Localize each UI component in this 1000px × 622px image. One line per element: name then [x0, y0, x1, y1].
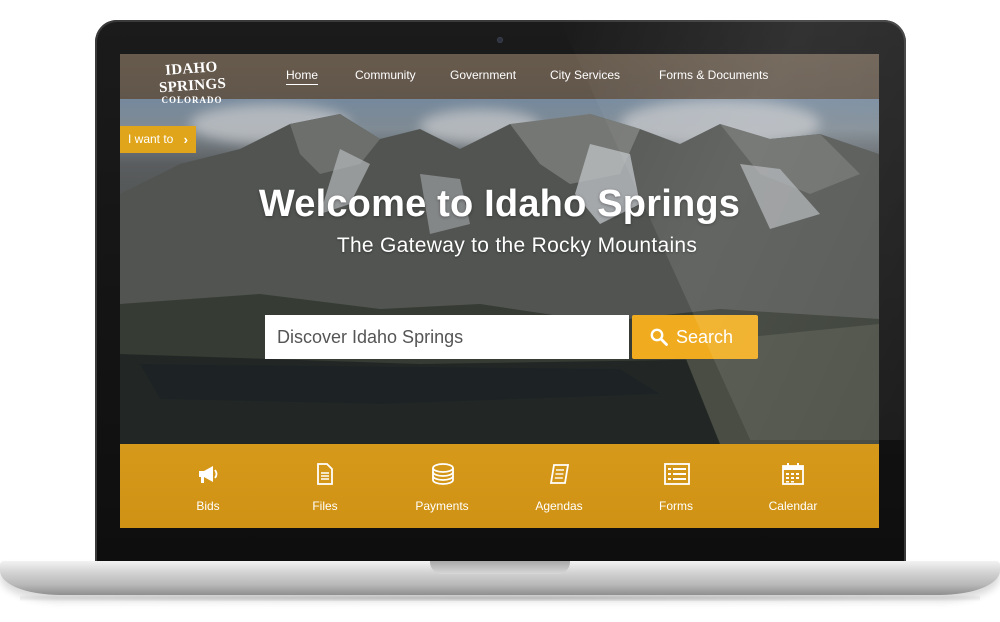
nav-item-home[interactable]: Home [286, 68, 319, 85]
search-input[interactable] [265, 315, 629, 359]
chevron-right-icon: › [183, 132, 188, 147]
quick-link-payments[interactable]: Payments [384, 444, 500, 528]
quick-link-label: Payments [415, 499, 469, 513]
browser-screen: IDAHO SPRINGS COLORADO Home Community Go… [120, 54, 879, 528]
i-want-to-label: I want to [128, 132, 174, 146]
hero-subtitle: The Gateway to the Rocky Mountains [336, 234, 698, 257]
quick-link-label: Files [312, 499, 338, 513]
nav-item-city-services[interactable]: City Services [550, 68, 620, 82]
nav-item-forms-documents[interactable]: Forms & Documents [659, 68, 768, 82]
quick-link-label: Agendas [535, 499, 583, 513]
laptop-notch [430, 561, 570, 574]
search-button[interactable]: Search [632, 315, 758, 359]
nav-item-government[interactable]: Government [450, 68, 516, 82]
hero-title: Welcome to Idaho Springs [258, 183, 741, 225]
file-icon [317, 463, 333, 485]
notebook-icon [549, 464, 570, 484]
logo-main-text: IDAHO SPRINGS [158, 59, 227, 97]
quick-link-label: Calendar [768, 499, 818, 513]
nav-item-community[interactable]: Community [355, 68, 416, 82]
quick-link-calendar[interactable]: Calendar [735, 444, 851, 528]
quick-link-label: Bids [196, 499, 220, 513]
quick-link-bids[interactable]: Bids [150, 444, 266, 528]
search-button-label: Search [676, 327, 734, 347]
i-want-to-button[interactable]: I want to › [120, 126, 196, 153]
calendar-icon [782, 463, 804, 485]
coins-icon [432, 463, 454, 485]
quick-link-forms[interactable]: Forms [618, 444, 734, 528]
quick-link-label: Forms [659, 499, 693, 513]
megaphone-icon [199, 466, 218, 483]
quick-link-files[interactable]: Files [267, 444, 383, 528]
quick-links-bar: Bids Files Payments Agendas Forms Calend… [120, 444, 879, 528]
camera-dot [497, 37, 503, 43]
top-navigation-bar: IDAHO SPRINGS COLORADO Home Community Go… [120, 54, 879, 105]
laptop-shadow [20, 595, 980, 601]
form-icon [664, 463, 690, 485]
quick-link-agendas[interactable]: Agendas [501, 444, 617, 528]
search-icon [650, 328, 668, 346]
site-logo[interactable]: IDAHO SPRINGS COLORADO [140, 59, 244, 105]
